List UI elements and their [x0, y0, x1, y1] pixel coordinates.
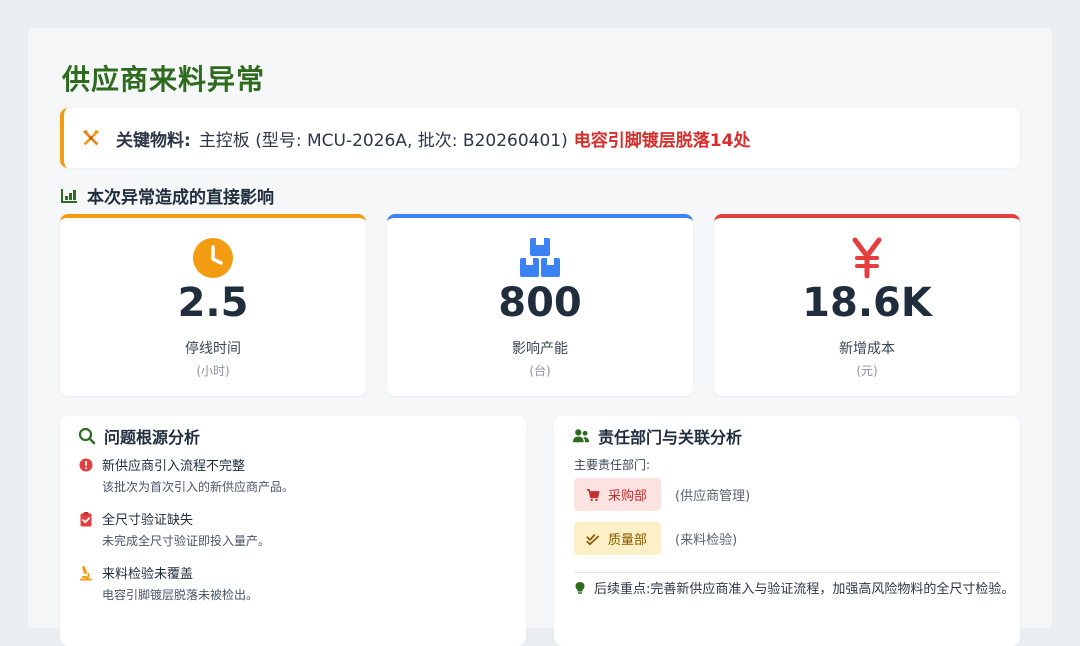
- check-double-icon: [586, 533, 600, 545]
- key-material-desc: 主控板 (型号: MCU-2026A, 批次: B20260401): [198, 130, 568, 151]
- dept-row-purchasing: 采购部 (供应商管理): [574, 478, 750, 511]
- boxes-icon: [520, 238, 560, 277]
- root-cause-panel: 问题根源分析 新供应商引入流程不完整 该批次为首次引入的新供应商产品。 全尺寸验…: [60, 416, 526, 646]
- stat-label: 影响产能: [512, 341, 568, 357]
- lightbulb-icon: [575, 581, 585, 594]
- cause-item: 全尺寸验证缺失 未完成全尺寸验证即投入量产。: [78, 509, 270, 549]
- clipboard-check-icon: [80, 512, 92, 527]
- cause-item: 来料检验未覆盖 电容引脚镀层脱落未被检出。: [78, 563, 258, 603]
- stat-unit: (小时): [196, 364, 230, 378]
- exclamation-circle-icon: [79, 458, 93, 472]
- dept-note: (供应商管理): [675, 489, 751, 504]
- stat-unit: (台): [529, 364, 551, 378]
- search-icon: [78, 427, 96, 445]
- impact-heading: 本次异常造成的直接影响: [60, 183, 274, 208]
- stat-label: 停线时间: [185, 341, 241, 357]
- key-material-highlight: 电容引脚镀层脱落14处: [573, 130, 751, 151]
- cause-desc: 该批次为首次引入的新供应商产品。: [102, 480, 295, 494]
- yen-icon: [852, 237, 882, 279]
- stat-card-cost: 18.6K 新增成本 (元): [714, 214, 1020, 396]
- followup-focus: 后续重点:完善新供应商准入与验证流程，加强高风险物料的全尺寸检验。: [574, 578, 1014, 597]
- users-icon: [572, 429, 590, 443]
- responsibility-heading: 责任部门与关联分析: [572, 424, 742, 448]
- microscope-icon: [80, 566, 92, 581]
- cause-item: 新供应商引入流程不完整 该批次为首次引入的新供应商产品。: [78, 455, 294, 495]
- root-cause-heading-text: 问题根源分析: [104, 428, 201, 447]
- dept-name: 质量部: [608, 533, 648, 548]
- responsibility-panel: 责任部门与关联分析 主要责任部门: 采购部 (供应商管理) 质量部 (来料检验)…: [554, 416, 1020, 646]
- cause-title: 来料检验未覆盖: [102, 567, 194, 582]
- dept-badge-purchasing[interactable]: 采购部: [574, 478, 662, 511]
- report-card: 供应商来料异常 关键物料: 主控板 (型号: MCU-2026A, 批次: B2…: [28, 28, 1052, 646]
- stat-card-capacity: 800 影响产能 (台): [387, 214, 693, 396]
- stat-card-downtime: 2.5 停线时间 (小时): [60, 214, 366, 396]
- dept-name: 采购部: [608, 489, 648, 504]
- key-material-label: 关键物料:: [116, 130, 191, 151]
- followup-text: 后续重点:完善新供应商准入与验证流程，加强高风险物料的全尺寸检验。: [594, 582, 1015, 597]
- dept-row-quality: 质量部 (来料检验): [574, 522, 737, 555]
- responsible-dept-label: 主要责任部门:: [574, 458, 651, 472]
- page-title: 供应商来料异常: [62, 63, 266, 96]
- cause-desc: 电容引脚镀层脱落未被检出。: [102, 588, 259, 602]
- bar-chart-icon: [61, 188, 77, 203]
- cause-title: 全尺寸验证缺失: [102, 513, 194, 528]
- divider: [574, 572, 1000, 573]
- cause-title: 新供应商引入流程不完整: [102, 459, 246, 474]
- responsibility-heading-text: 责任部门与关联分析: [598, 428, 743, 447]
- clock-icon: [193, 238, 233, 278]
- stat-value: 18.6K: [802, 280, 932, 326]
- key-material-banner: 关键物料: 主控板 (型号: MCU-2026A, 批次: B20260401)…: [60, 108, 1020, 168]
- root-cause-heading: 问题根源分析: [78, 424, 200, 448]
- tools-icon: [82, 129, 100, 146]
- dept-note: (来料检验): [675, 533, 738, 548]
- cart-icon: [586, 488, 600, 501]
- stat-value: 2.5: [177, 280, 249, 326]
- dept-badge-quality[interactable]: 质量部: [574, 522, 662, 555]
- cause-desc: 未完成全尺寸验证即投入量产。: [102, 534, 271, 548]
- impact-heading-text: 本次异常造成的直接影响: [87, 188, 274, 208]
- stat-label: 新增成本: [839, 341, 895, 357]
- stat-value: 800: [498, 280, 582, 326]
- stat-unit: (元): [856, 364, 878, 378]
